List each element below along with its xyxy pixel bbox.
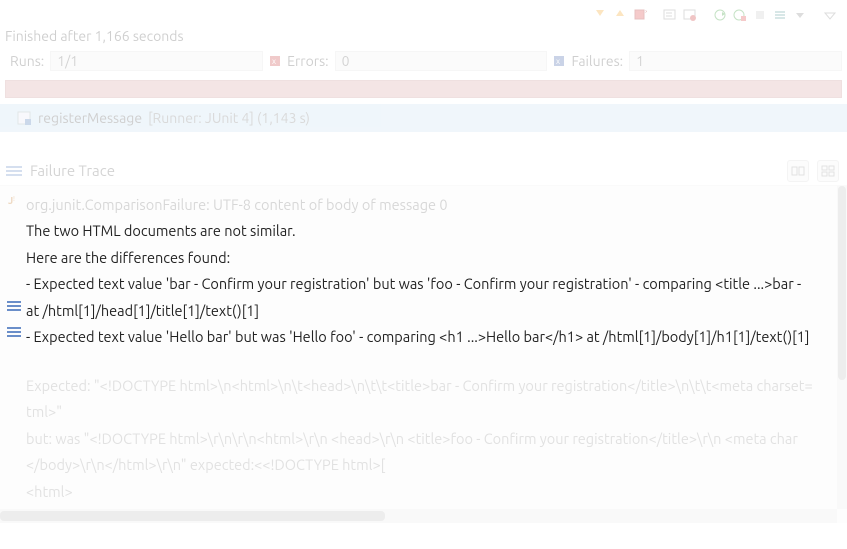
trace-line[interactable]: J! org.junit.ComparisonFailure: UTF-8 co… — [6, 192, 837, 218]
failure-trace-title: Failure Trace — [30, 162, 779, 179]
horizontal-scrollbar[interactable] — [0, 509, 837, 523]
history-icon[interactable] — [771, 6, 789, 24]
trace-line[interactable]: <html> — [6, 479, 837, 505]
failure-trace-header: Failure Trace — [0, 156, 847, 186]
stack-icon — [6, 164, 22, 178]
view-menu-icon[interactable] — [821, 6, 839, 24]
svg-text:x: x — [556, 57, 560, 66]
trace-line[interactable]: tml>" — [6, 399, 837, 425]
vertical-scrollbar[interactable] — [837, 186, 847, 509]
errors-label: Errors: — [287, 53, 328, 69]
progress-bar — [5, 80, 842, 98]
trace-line[interactable]: Here are the differences found: — [6, 245, 837, 271]
compare-button[interactable] — [787, 160, 809, 182]
scroll-thumb[interactable] — [838, 186, 846, 380]
dropdown-arrow-icon[interactable] — [791, 6, 809, 24]
rerun-failed-icon[interactable] — [731, 6, 749, 24]
errors-value: 0 — [335, 51, 548, 71]
svg-text:!: ! — [13, 195, 15, 203]
stop-junit-icon[interactable] — [751, 6, 769, 24]
trace-line[interactable]: at /html[1]/head[1]/title[1]/text()[1] — [6, 298, 837, 324]
stop-icon[interactable]: x — [631, 6, 649, 24]
show-failures-only-icon[interactable] — [661, 6, 679, 24]
trace-line[interactable]: </body>\r\n</html>\r\n" expected:<<!DOCT… — [6, 452, 837, 478]
frame-icon — [6, 300, 22, 312]
svg-text:x: x — [645, 8, 647, 15]
prev-failure-icon[interactable] — [611, 6, 629, 24]
status-line: Finished after 1,166 seconds — [0, 26, 847, 48]
trace-line[interactable]: - Expected text value 'bar - Confirm you… — [6, 271, 837, 297]
counters-row: Runs: 1/1 x Errors: 0 x Failures: 1 — [0, 48, 847, 74]
trace-line[interactable]: Expected: "<!DOCTYPE html>\n<html>\n\t<h… — [6, 373, 837, 399]
failure-trace-body: J! org.junit.ComparisonFailure: UTF-8 co… — [0, 186, 847, 523]
scroll-lock-icon[interactable] — [681, 6, 699, 24]
tree-gap — [0, 132, 847, 156]
frame-icon — [6, 326, 22, 338]
trace-line[interactable]: but: was "<!DOCTYPE html>\r\n\r\n<html>\… — [6, 426, 837, 452]
next-failure-icon[interactable] — [591, 6, 609, 24]
status-text: Finished after 1,166 seconds — [5, 28, 184, 44]
errors-icon: x — [269, 55, 281, 67]
scroll-thumb[interactable] — [0, 511, 385, 521]
test-fail-icon — [16, 110, 32, 126]
junit-toolbar: x — [0, 0, 847, 26]
exception-icon: J! — [6, 194, 22, 206]
test-name: registerMessage — [38, 110, 142, 126]
test-tree-item[interactable]: registerMessage [Runner: JUnit 4] (1,143… — [0, 104, 847, 132]
runs-value: 1/1 — [50, 51, 263, 71]
failure-trace-scroll[interactable]: J! org.junit.ComparisonFailure: UTF-8 co… — [0, 186, 837, 509]
trace-line[interactable]: - Expected text value 'Hello bar' but wa… — [6, 324, 837, 350]
runs-label: Runs: — [10, 53, 44, 69]
failures-label: Failures: — [571, 53, 623, 69]
trace-line[interactable]: The two HTML documents are not similar. — [6, 218, 837, 244]
filter-button[interactable] — [817, 160, 839, 182]
failures-icon: x — [553, 55, 565, 67]
test-meta: [Runner: JUnit 4] (1,143 s) — [148, 110, 310, 126]
svg-text:x: x — [272, 57, 276, 66]
rerun-test-icon[interactable] — [711, 6, 729, 24]
failures-value: 1 — [629, 51, 842, 71]
spacer — [6, 351, 837, 373]
